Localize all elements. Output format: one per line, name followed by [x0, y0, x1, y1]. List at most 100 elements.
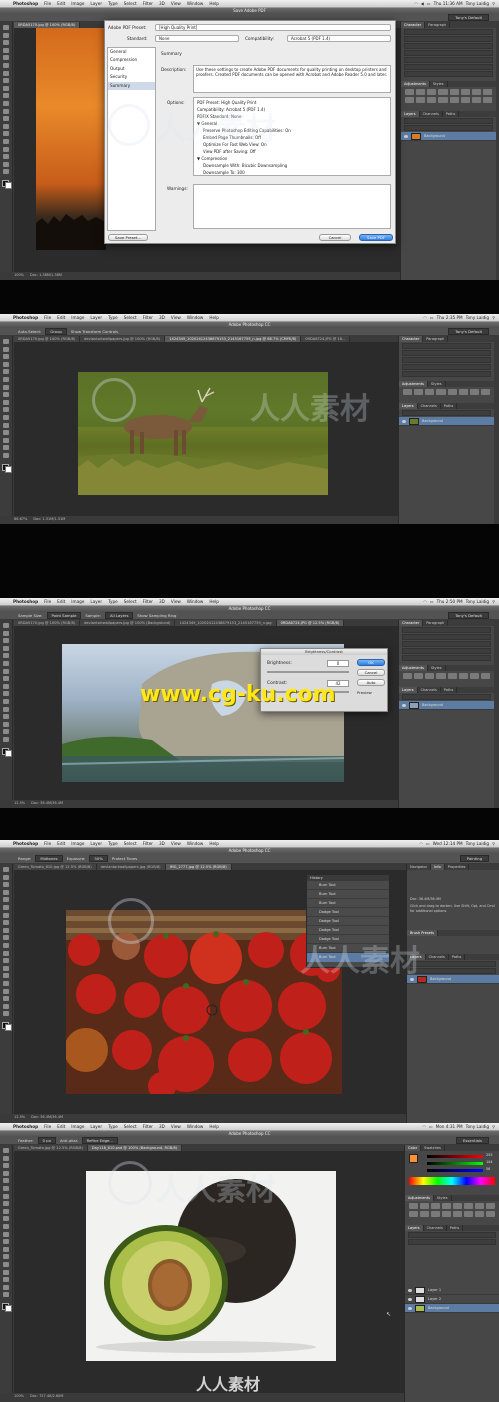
- menu-filter[interactable]: Filter: [140, 1, 156, 6]
- menu-filter[interactable]: Filter: [140, 841, 156, 846]
- wifi-icon[interactable]: ◠: [419, 841, 423, 846]
- clock[interactable]: Mon 4:31 PM: [436, 1124, 463, 1129]
- healing-brush-icon[interactable]: [3, 1193, 9, 1199]
- layer-row[interactable]: Background: [407, 975, 499, 984]
- eraser-icon[interactable]: [3, 1223, 9, 1229]
- vibrance-icon[interactable]: [447, 673, 457, 679]
- layer-filter[interactable]: [402, 410, 491, 416]
- scale-field[interactable]: [404, 57, 493, 63]
- blend-mode[interactable]: [408, 1239, 496, 1245]
- tab-character[interactable]: Character: [399, 620, 424, 626]
- menu-edit[interactable]: Edit: [54, 1124, 68, 1129]
- search-icon[interactable]: ⚲: [492, 315, 495, 320]
- menu-help[interactable]: Help: [206, 1124, 222, 1129]
- font-family-field[interactable]: [402, 343, 491, 349]
- threshold-icon[interactable]: [464, 1211, 473, 1217]
- marquee-tool-icon[interactable]: [3, 874, 9, 880]
- quick-select-icon[interactable]: [3, 361, 9, 367]
- colorbalance-icon[interactable]: [469, 673, 479, 679]
- sidebar-item-compression[interactable]: Compression: [108, 56, 155, 64]
- history-step[interactable]: Burn Tool: [307, 944, 389, 953]
- menu-help[interactable]: Help: [206, 841, 222, 846]
- ok-button[interactable]: OK: [357, 659, 385, 666]
- scale-field[interactable]: [402, 371, 491, 377]
- menu-edit[interactable]: Edit: [54, 599, 68, 604]
- menu-window[interactable]: Window: [184, 841, 207, 846]
- menu-layer[interactable]: Layer: [87, 841, 105, 846]
- clone-stamp-icon[interactable]: [3, 1208, 9, 1214]
- gradient-icon[interactable]: [3, 108, 9, 114]
- search-icon[interactable]: ⚲: [492, 1124, 495, 1129]
- brightness-icon[interactable]: [403, 673, 413, 679]
- brush-tool-icon[interactable]: [3, 78, 9, 84]
- user-name[interactable]: Tony Laidig: [466, 315, 489, 320]
- lasso-tool-icon[interactable]: [3, 1163, 9, 1169]
- cancel-button[interactable]: Cancel: [357, 669, 385, 676]
- zoom-level[interactable]: 12.5%: [14, 1115, 25, 1119]
- curves-icon[interactable]: [425, 673, 435, 679]
- color-swatches-icon[interactable]: [2, 179, 12, 189]
- wifi-icon[interactable]: ◠: [414, 1, 418, 6]
- gradient-map-icon[interactable]: [471, 97, 481, 103]
- shape-tool-icon[interactable]: [3, 996, 9, 1002]
- hand-tool-icon[interactable]: [3, 1284, 9, 1290]
- menu-image[interactable]: Image: [68, 599, 87, 604]
- color-swatches-icon[interactable]: [2, 463, 12, 473]
- levels-icon[interactable]: [420, 1203, 429, 1209]
- menu-app-name[interactable]: Photoshop: [10, 599, 41, 604]
- tab-layers[interactable]: Layers: [401, 111, 420, 117]
- eye-icon[interactable]: [408, 1288, 412, 1292]
- shape-tool-icon[interactable]: [3, 1277, 9, 1283]
- crop-tool-icon[interactable]: [3, 1178, 9, 1184]
- menu-file[interactable]: File: [41, 841, 54, 846]
- tab-paragraph[interactable]: Paragraph: [425, 22, 451, 28]
- menu-edit[interactable]: Edit: [54, 1, 68, 6]
- gradient-map-icon[interactable]: [475, 1211, 484, 1217]
- dodge-tool-icon[interactable]: [3, 965, 9, 971]
- vibrance-icon[interactable]: [449, 89, 459, 95]
- user-name[interactable]: Tony Laidig: [466, 841, 489, 846]
- tab-character[interactable]: Character: [401, 22, 426, 28]
- hand-tool-icon[interactable]: [3, 1003, 9, 1009]
- menu-image[interactable]: Image: [68, 315, 87, 320]
- eye-icon[interactable]: [410, 977, 414, 981]
- blur-tool-icon[interactable]: [3, 116, 9, 122]
- pen-tool-icon[interactable]: [3, 973, 9, 979]
- zoom-level[interactable]: 12.5%: [14, 801, 25, 805]
- history-brush-icon[interactable]: [3, 407, 9, 413]
- blur-tool-icon[interactable]: [3, 1239, 9, 1245]
- feather-field[interactable]: 0 px: [37, 1137, 56, 1144]
- exposure-icon[interactable]: [442, 1203, 451, 1209]
- scale-field[interactable]: [402, 655, 491, 661]
- menu-edit[interactable]: Edit: [54, 841, 68, 846]
- history-step[interactable]: Burn Tool: [307, 899, 389, 908]
- pen-tool-icon[interactable]: [3, 131, 9, 137]
- tab-layers[interactable]: Layers: [399, 687, 418, 693]
- crop-tool-icon[interactable]: [3, 653, 9, 659]
- anti-alias-checkbox[interactable]: Anti-alias: [60, 1138, 78, 1143]
- blur-tool-icon[interactable]: [3, 958, 9, 964]
- layer-row[interactable]: Background: [401, 132, 496, 141]
- menu-view[interactable]: View: [168, 1124, 184, 1129]
- healing-brush-icon[interactable]: [3, 384, 9, 390]
- hue-icon[interactable]: [458, 673, 468, 679]
- eraser-icon[interactable]: [3, 414, 9, 420]
- eyedropper-icon[interactable]: [3, 376, 9, 382]
- sampling-ring-checkbox[interactable]: Show Sampling Ring: [137, 613, 176, 618]
- exposure-field[interactable]: 50%: [89, 855, 108, 862]
- layer-row[interactable]: Background: [399, 417, 494, 426]
- blur-tool-icon[interactable]: [3, 430, 9, 436]
- selective-color-icon[interactable]: [486, 1211, 495, 1217]
- menu-file[interactable]: File: [41, 1, 54, 6]
- exposure-icon[interactable]: [436, 389, 446, 395]
- font-size-field[interactable]: [404, 36, 493, 42]
- workspace-switcher[interactable]: Essentials: [455, 1137, 489, 1144]
- levels-icon[interactable]: [416, 89, 426, 95]
- bw-icon[interactable]: [480, 673, 490, 679]
- pen-tool-icon[interactable]: [3, 445, 9, 451]
- history-step[interactable]: Burn Tool: [307, 890, 389, 899]
- tab-brush-presets[interactable]: Brush Presets: [407, 930, 438, 936]
- colorbalance-icon[interactable]: [469, 389, 479, 395]
- language-field[interactable]: [404, 71, 493, 77]
- layer-filter[interactable]: [410, 961, 496, 967]
